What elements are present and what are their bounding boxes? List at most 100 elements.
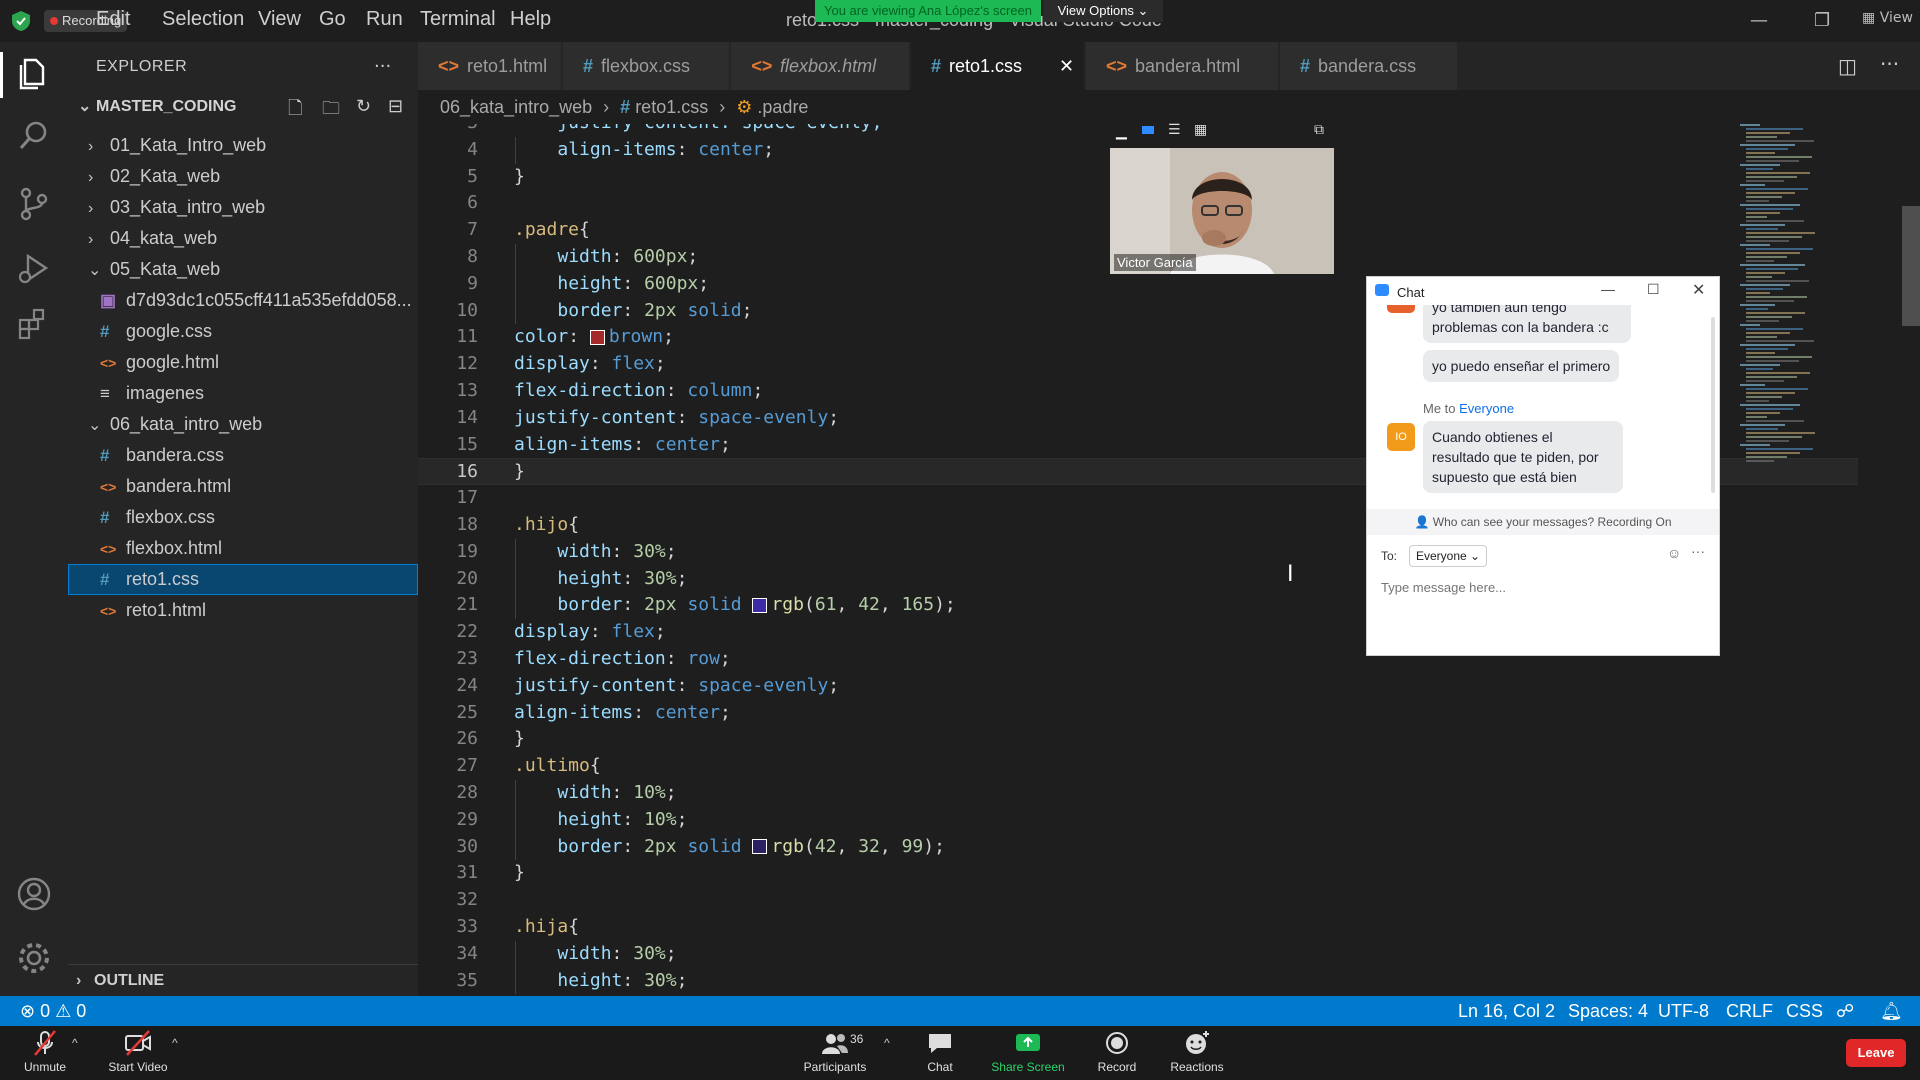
chat-more-icon[interactable]: ··· — [1691, 543, 1705, 559]
run-debug-icon[interactable] — [14, 248, 54, 288]
reactions-button[interactable]: Reactions — [1152, 1028, 1242, 1074]
menu-go[interactable]: Go — [319, 8, 346, 31]
encoding[interactable]: UTF-8 — [1658, 996, 1709, 1026]
breadcrumb-file[interactable]: reto1.css — [635, 97, 708, 117]
split-editor-icon[interactable]: ◫ — [1838, 54, 1857, 78]
file-item[interactable]: <> flexbox.html — [68, 533, 418, 564]
tab-bandera-css[interactable]: # bandera.css — [1280, 42, 1458, 90]
scrollbar-thumb[interactable] — [1902, 206, 1920, 326]
tab-bandera-html[interactable]: <> bandera.html — [1086, 42, 1279, 90]
speaker-view-icon[interactable] — [1142, 126, 1154, 134]
gear-icon[interactable] — [14, 938, 54, 978]
menu-edit[interactable]: Edit — [96, 8, 130, 31]
code-line[interactable]: 31} — [418, 860, 1858, 887]
gallery-view-icon[interactable]: ▦ — [1194, 122, 1207, 138]
folder-item[interactable]: › 02_Kata_web — [68, 161, 418, 192]
menu-run[interactable]: Run — [366, 8, 403, 31]
indentation[interactable]: Spaces: 4 — [1568, 996, 1648, 1026]
tab-reto1-css[interactable]: # reto1.css ✕ — [911, 42, 1085, 90]
code-line[interactable]: 24 justify-content: space-evenly; — [418, 673, 1858, 700]
color-swatch-icon[interactable] — [589, 329, 605, 345]
code-line[interactable]: 32 — [418, 887, 1858, 914]
folder-item[interactable]: ⌄ 06_kata_intro_web — [68, 409, 418, 440]
folder-item[interactable]: ⌄ 05_Kata_web — [68, 254, 418, 285]
participants-options-icon[interactable]: ^ — [884, 1036, 890, 1050]
file-item[interactable]: # bandera.css — [68, 440, 418, 471]
menu-terminal[interactable]: Terminal — [420, 8, 496, 31]
line-ending[interactable]: CRLF — [1726, 996, 1773, 1026]
tab-flexbox-css[interactable]: # flexbox.css — [563, 42, 730, 90]
tab-reto1-html[interactable]: <> reto1.html — [418, 42, 562, 90]
unmute-button[interactable]: Unmute — [0, 1028, 90, 1074]
code-line[interactable]: 34 width: 30%; — [418, 941, 1858, 968]
folder-item[interactable]: › 04_kata_web — [68, 223, 418, 254]
code-line[interactable]: 26} — [418, 726, 1858, 753]
code-line[interactable]: 35 height: 30%; — [418, 968, 1858, 995]
breadcrumb-symbol[interactable]: .padre — [757, 97, 808, 117]
refresh-icon[interactable]: ↻ — [356, 96, 371, 117]
color-swatch-icon[interactable] — [752, 597, 768, 613]
code-line[interactable]: 33 .hija{ — [418, 914, 1858, 941]
breadcrumb-folder[interactable]: 06_kata_intro_web — [440, 97, 592, 117]
file-item[interactable]: <> google.html — [68, 347, 418, 378]
participants-button[interactable]: Participants — [790, 1028, 880, 1074]
file-item[interactable]: # reto1.css — [68, 564, 418, 595]
feedback-icon[interactable]: ☍ — [1836, 996, 1854, 1026]
emoji-icon[interactable]: ☺ — [1667, 545, 1681, 561]
minimize-video-icon[interactable]: ▁ — [1116, 124, 1127, 140]
zoom-view-button[interactable]: ▦ View — [1862, 10, 1913, 26]
file-item[interactable]: # google.css — [68, 316, 418, 347]
editor-more-icon[interactable]: ··· — [1880, 52, 1899, 76]
minimize-icon[interactable]: — — [1750, 10, 1768, 31]
outline-section[interactable]: › OUTLINE — [68, 964, 418, 997]
minimap[interactable] — [1740, 124, 1850, 464]
new-file-icon[interactable]: 🗋 — [288, 96, 302, 126]
cursor-position[interactable]: Ln 16, Col 2 — [1458, 996, 1555, 1026]
code-line[interactable]: 27 .ultimo{ — [418, 753, 1858, 780]
file-item[interactable]: ≡ imagenes — [68, 378, 418, 409]
files-icon[interactable] — [14, 54, 54, 94]
chat-messages[interactable]: yo también aún tengo problemas con la ba… — [1367, 305, 1719, 531]
leave-button[interactable]: Leave — [1846, 1039, 1906, 1067]
file-item[interactable]: <> bandera.html — [68, 471, 418, 502]
bell-icon[interactable]: 🔔︎ — [1880, 996, 1903, 1026]
chat-button[interactable]: Chat — [895, 1028, 985, 1074]
close-icon[interactable]: ✕ — [1692, 280, 1705, 300]
folder-item[interactable]: › 03_Kata_intro_web — [68, 192, 418, 223]
problems-indicator[interactable]: ⊗ 0 ⚠ 0 — [20, 996, 86, 1026]
code-line[interactable]: 28 width: 10%; — [418, 780, 1858, 807]
collapse-all-icon[interactable]: ⊟ — [388, 96, 403, 117]
language-mode[interactable]: CSS — [1786, 996, 1823, 1026]
menu-help[interactable]: Help — [510, 8, 551, 31]
share-screen-button[interactable]: Share Screen — [983, 1028, 1073, 1074]
file-item[interactable]: # flexbox.css — [68, 502, 418, 533]
chat-message-input[interactable] — [1379, 575, 1709, 599]
participant-video[interactable]: Victor García — [1110, 148, 1334, 274]
file-item[interactable]: ▣ d7d93dc1c055cff411a535efdd058... — [68, 285, 418, 316]
code-line[interactable]: 30 border: 2px solid rgb(42, 32, 99); — [418, 834, 1858, 861]
chat-scrollbar[interactable] — [1711, 317, 1715, 493]
more-actions-icon[interactable]: ··· — [374, 56, 391, 77]
extensions-icon[interactable] — [14, 304, 54, 344]
file-item[interactable]: <> reto1.html — [68, 595, 418, 626]
start-video-button[interactable]: Start Video — [93, 1028, 183, 1074]
color-swatch-icon[interactable] — [752, 839, 768, 855]
folder-item[interactable]: › 01_Kata_Intro_web — [68, 130, 418, 161]
workspace-header[interactable]: ⌄ MASTER_CODING 🗋 🗀 ↻ ⊟ — [72, 96, 418, 124]
menu-view[interactable]: View — [258, 8, 301, 31]
source-control-icon[interactable] — [14, 184, 54, 224]
account-icon[interactable] — [14, 874, 54, 914]
audio-options-icon[interactable]: ^ — [72, 1036, 78, 1050]
pip-icon[interactable]: ⧉ — [1314, 122, 1324, 138]
close-icon[interactable]: ✕ — [1059, 42, 1074, 90]
zoom-view-options-button[interactable]: View Options ⌄ — [1043, 0, 1163, 22]
minimize-icon[interactable]: — — [1601, 281, 1615, 297]
strip-view-icon[interactable]: ☰ — [1168, 122, 1181, 138]
maximize-icon[interactable]: ☐ — [1647, 281, 1660, 298]
video-options-icon[interactable]: ^ — [172, 1036, 178, 1050]
code-line[interactable]: 25 align-items: center; — [418, 700, 1858, 727]
chat-privacy-note[interactable]: 👤 Who can see your messages? Recording O… — [1367, 509, 1719, 535]
tab-flexbox-html[interactable]: <> flexbox.html — [731, 42, 910, 90]
search-icon[interactable] — [14, 116, 54, 156]
restore-icon[interactable]: ❐ — [1814, 10, 1830, 31]
